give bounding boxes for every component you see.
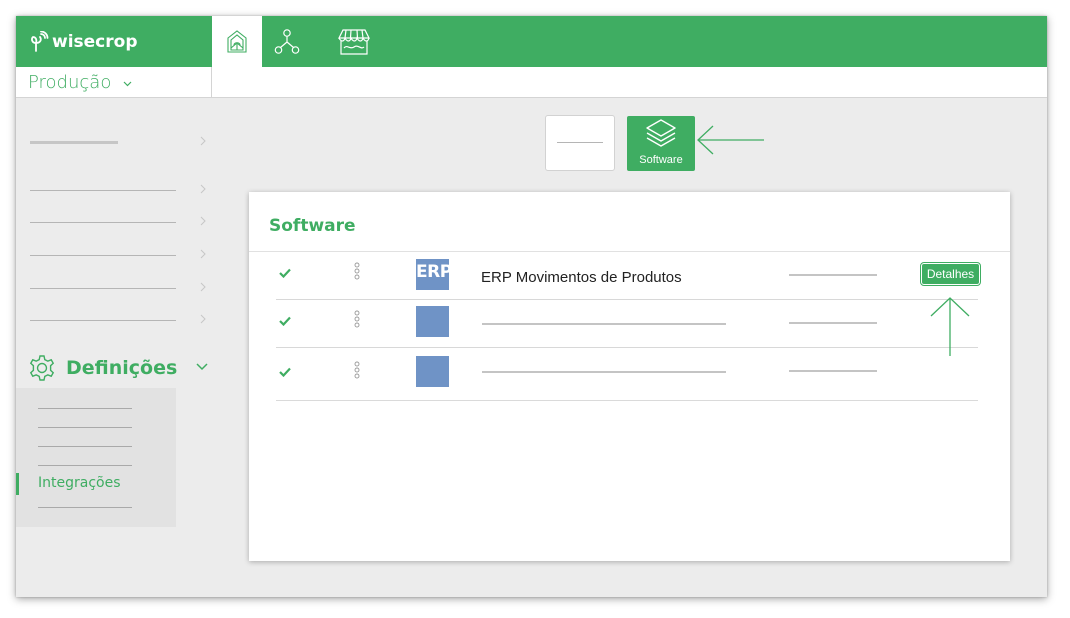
module-label: Produção <box>28 71 112 93</box>
tab-greenhouse[interactable] <box>212 16 262 67</box>
submenu-item[interactable] <box>38 446 132 447</box>
software-logo <box>416 356 449 387</box>
placeholder-line <box>557 142 603 143</box>
drag-handle-icon[interactable] <box>354 361 360 379</box>
chevron-down-icon <box>123 81 132 86</box>
arrow-left-annotation <box>697 125 764 155</box>
sidebar-item[interactable] <box>16 245 216 265</box>
market-stall-icon <box>338 28 370 55</box>
brand-logo[interactable]: wisecrop <box>30 30 138 54</box>
table-row[interactable] <box>276 300 978 348</box>
sidebar-item[interactable] <box>16 278 216 298</box>
layers-icon <box>646 119 676 147</box>
chevron-right-icon <box>200 184 206 194</box>
software-logo <box>416 306 449 337</box>
chevron-right-icon <box>200 314 206 324</box>
top-bar: wisecrop <box>16 16 1047 67</box>
check-icon <box>279 268 291 278</box>
category-tile-software[interactable]: Software <box>627 116 695 171</box>
placeholder-line <box>789 274 877 276</box>
placeholder-line <box>30 222 176 223</box>
check-icon <box>279 367 291 377</box>
software-logo-text: ERP <box>416 262 452 282</box>
placeholder-line <box>789 370 877 372</box>
chevron-down-icon <box>196 363 208 371</box>
submenu-item[interactable] <box>38 465 132 466</box>
placeholder-line <box>30 288 176 289</box>
sidebar-item[interactable] <box>16 212 216 232</box>
check-icon <box>279 316 291 326</box>
sidebar-settings-toggle[interactable]: Definições <box>28 350 218 386</box>
network-icon <box>274 28 300 54</box>
sidebar-item[interactable] <box>16 132 216 152</box>
settings-label: Definições <box>66 357 178 379</box>
settings-submenu: Integrações <box>16 388 176 527</box>
arrow-up-annotation <box>930 297 970 356</box>
brand-name: wisecrop <box>52 32 138 52</box>
card-title: Software <box>269 216 356 236</box>
category-tile[interactable] <box>545 115 615 171</box>
sidebar-item[interactable] <box>16 180 216 200</box>
submenu-item-integrations[interactable]: Integrações <box>38 475 121 491</box>
submenu-item[interactable] <box>38 408 132 409</box>
placeholder-line <box>30 320 176 321</box>
tab-network[interactable] <box>262 16 312 67</box>
software-name: ERP Movimentos de Produtos <box>481 269 682 286</box>
chevron-right-icon <box>200 216 206 226</box>
tab-market[interactable] <box>329 16 379 67</box>
subbar-divider <box>211 67 212 98</box>
placeholder-line <box>30 255 176 256</box>
module-select[interactable]: Produção <box>28 70 132 94</box>
sub-bar: Produção <box>16 67 1047 98</box>
placeholder-line <box>482 371 726 373</box>
software-card: Software ERP ERP Movimentos de Produtos … <box>249 192 1010 561</box>
table-row[interactable]: ERP ERP Movimentos de Produtos Detalhes <box>276 252 981 300</box>
software-logo: ERP <box>416 259 452 290</box>
active-indicator <box>16 473 19 495</box>
submenu-item[interactable] <box>38 507 132 508</box>
placeholder-line <box>789 322 877 324</box>
placeholder-line <box>30 190 176 191</box>
submenu-item[interactable] <box>38 427 132 428</box>
chevron-right-icon <box>200 282 206 292</box>
placeholder-line <box>30 141 118 144</box>
gear-icon <box>29 355 55 381</box>
chevron-right-icon <box>200 136 206 146</box>
placeholder-line <box>482 323 726 325</box>
drag-handle-icon[interactable] <box>354 262 360 280</box>
greenhouse-icon <box>227 29 247 53</box>
app-window: wisecrop Produção Definições Integrações… <box>16 16 1047 597</box>
category-label-software: Software <box>639 154 683 166</box>
table-row[interactable] <box>276 349 978 401</box>
chevron-right-icon <box>200 249 206 259</box>
sprout-signal-icon <box>31 31 49 52</box>
drag-handle-icon[interactable] <box>354 310 360 328</box>
details-button[interactable]: Detalhes <box>920 262 981 286</box>
sidebar-item[interactable] <box>16 310 216 330</box>
